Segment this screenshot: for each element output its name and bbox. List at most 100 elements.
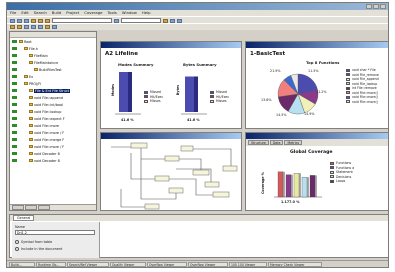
stop-icon[interactable] — [177, 18, 182, 23]
tree-item[interactable]: FileMaintaince — [10, 59, 96, 66]
tree-item-label: void File::more — [34, 123, 59, 128]
status-tab-100[interactable]: 100 100 Viewer — [229, 262, 267, 267]
name-field[interactable] — [15, 230, 95, 235]
tree-item[interactable]: void File::expect F — [10, 115, 96, 122]
status-tab-overflow-2[interactable]: Overflow Viewer — [188, 262, 228, 267]
save-icon[interactable] — [24, 18, 29, 23]
tree-item[interactable]: FileMain — [10, 52, 96, 59]
status-tab-overflow[interactable]: Overflow Viewer — [147, 262, 187, 267]
tree-tab-project[interactable] — [12, 205, 24, 210]
report-icon[interactable] — [45, 25, 50, 29]
tree-item[interactable]: void File::more / F — [10, 129, 96, 136]
legend-label: Functions — [336, 161, 352, 166]
coverage-bar-side — [299, 173, 301, 197]
status-marker-icon — [12, 124, 17, 127]
option-include-label: Include in the document — [21, 247, 63, 251]
graph-node[interactable] — [164, 155, 180, 162]
legend-swatch — [346, 82, 350, 86]
coverage-bar — [309, 175, 316, 198]
status-tab-runtime[interactable]: Runtime Ob... — [36, 262, 66, 267]
tree-item[interactable]: void Decoder 8 — [10, 150, 96, 157]
refresh-icon[interactable] — [52, 25, 57, 29]
tree-item[interactable]: void Decoder 8 — [10, 157, 96, 164]
legend-label: int File::remove — [352, 86, 377, 91]
zoom-in-icon[interactable] — [24, 25, 29, 29]
graph-node[interactable] — [204, 181, 220, 188]
bottom-tabs: General — [10, 215, 388, 221]
status-marker-icon — [12, 110, 17, 113]
legend-label: void File::more() — [352, 95, 378, 100]
legend-swatch — [330, 179, 334, 183]
graph-node[interactable] — [222, 165, 238, 172]
legend-swatch — [144, 95, 148, 99]
legend-label: void File::more() — [352, 99, 378, 104]
status-marker-icon — [12, 103, 17, 106]
open-folder-icon[interactable] — [17, 18, 22, 23]
chart-icon[interactable] — [38, 25, 43, 29]
status-marker-icon — [12, 96, 17, 99]
graph-node[interactable] — [212, 191, 230, 198]
graph-node[interactable] — [154, 175, 170, 182]
cut-icon[interactable] — [31, 18, 36, 23]
close-button[interactable] — [380, 4, 386, 9]
copy-icon[interactable] — [38, 18, 43, 23]
option-include-radio[interactable]: Include in the document — [15, 247, 62, 251]
status-tab-memory[interactable]: Memory Check Viewer — [268, 262, 322, 267]
minimize-button[interactable] — [366, 4, 372, 9]
graph-node[interactable] — [144, 203, 160, 210]
new-file-icon[interactable] — [10, 18, 15, 23]
graph-node[interactable] — [168, 187, 184, 194]
tree-item[interactable]: File.h — [10, 45, 96, 52]
find-icon[interactable] — [114, 18, 119, 23]
project-tree: Root File.h FileMain FileMaintaince BuildFil… — [10, 38, 96, 164]
zoom-out-icon[interactable] — [31, 25, 36, 29]
tree-item[interactable]: File & Ent File Struct — [10, 87, 96, 94]
tree-item[interactable]: void File::int/bool — [10, 101, 96, 108]
tab-general[interactable]: General — [13, 215, 35, 221]
tree-item[interactable]: Ex — [10, 73, 96, 80]
back-icon[interactable] — [10, 25, 15, 29]
tree-item[interactable]: void File::more / F — [10, 143, 96, 150]
paste-icon[interactable] — [45, 18, 50, 23]
status-marker-icon — [12, 68, 17, 71]
status-tab-qualify[interactable]: Qualify Viewer — [110, 262, 146, 267]
run-icon[interactable] — [170, 18, 175, 23]
name-label: Name — [15, 225, 26, 229]
tree-item-label: PROJ/FI — [29, 81, 42, 86]
build-icon[interactable] — [163, 18, 168, 23]
option-symbol-radio[interactable]: Symbol from table — [15, 240, 52, 244]
forward-icon[interactable] — [17, 25, 22, 29]
tree-item-label: FileMain — [34, 53, 48, 58]
tree-item-label: File & Ent File Struct — [34, 88, 71, 93]
folder-icon — [29, 103, 33, 106]
tree-tab-classes[interactable] — [38, 205, 50, 210]
tree-item[interactable]: void File::more — [10, 122, 96, 129]
tree-item[interactable]: void File::merge F — [10, 136, 96, 143]
tree-item[interactable]: void File::append — [10, 94, 96, 101]
legend-label: Missed — [150, 90, 161, 95]
status-tab-search[interactable]: Search/Ref Viewer — [67, 262, 109, 267]
tree-item[interactable]: Root — [10, 38, 96, 45]
project-tree-panel: Root File.h FileMain FileMaintaince BuildFil… — [9, 31, 97, 211]
folder-icon — [34, 68, 38, 71]
status-tab-build[interactable]: Build... — [9, 262, 35, 267]
folder-icon — [24, 47, 28, 50]
tree-item[interactable]: PROJ/FI — [10, 80, 96, 87]
folder-icon — [29, 145, 33, 148]
tree-item-label: File.h — [29, 46, 38, 51]
coverage-value: 1.177.0 % — [281, 200, 300, 204]
tree-tab-files[interactable] — [25, 205, 37, 210]
folder-icon — [29, 61, 33, 64]
basic-test-panel: 1-BasicTest Top 8 Functions 21.9% 11.5% … — [245, 41, 388, 129]
tree-item[interactable]: BuildFilesTest — [10, 66, 96, 73]
graph-node[interactable] — [180, 145, 194, 152]
graph-node[interactable] — [130, 142, 148, 149]
modes-legend: Missed Hit/Exec Misses — [144, 90, 163, 104]
graph-node[interactable] — [192, 169, 210, 176]
maximize-button[interactable] — [373, 4, 379, 9]
tree-item[interactable]: void File::lookup — [10, 108, 96, 115]
legend-label: Hit/Exec — [216, 94, 230, 99]
legend-label: Missed — [216, 90, 227, 95]
coverage-bar-side — [291, 174, 293, 197]
radio-dot — [15, 240, 19, 244]
